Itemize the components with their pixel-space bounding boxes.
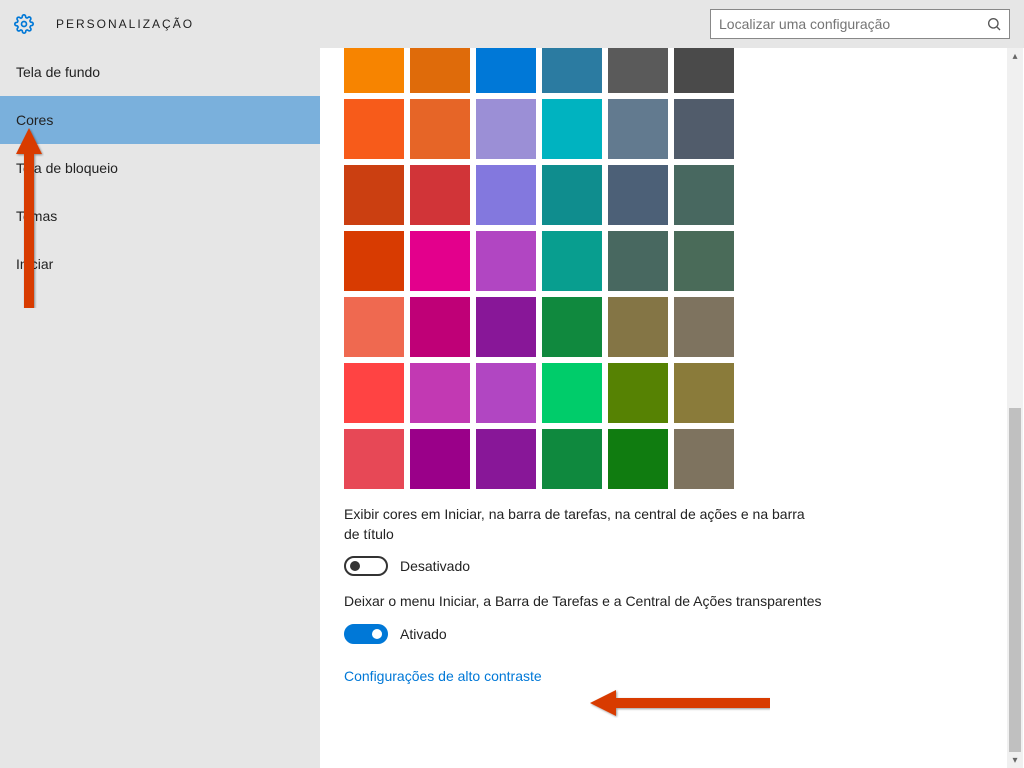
color-swatch[interactable] (476, 363, 536, 423)
search-input[interactable] (710, 9, 1010, 39)
color-swatch[interactable] (410, 363, 470, 423)
color-swatch[interactable] (542, 165, 602, 225)
transparency-label: Deixar o menu Iniciar, a Barra de Tarefa… (344, 592, 824, 612)
color-swatch[interactable] (674, 429, 734, 489)
color-swatch[interactable] (674, 48, 734, 93)
color-swatch[interactable] (608, 99, 668, 159)
sidebar-item-label: Cores (16, 112, 53, 128)
color-swatch[interactable] (608, 297, 668, 357)
sidebar-item-themes[interactable]: Temas (0, 192, 320, 240)
scroll-up-icon[interactable]: ▴ (1007, 48, 1023, 64)
color-swatch[interactable] (344, 48, 404, 93)
color-swatch[interactable] (674, 363, 734, 423)
sidebar-item-lockscreen[interactable]: Tela de bloqueio (0, 144, 320, 192)
color-swatch[interactable] (410, 231, 470, 291)
main-content: Exibir cores em Iniciar, na barra de tar… (320, 48, 1024, 768)
scroll-down-icon[interactable]: ▾ (1007, 752, 1023, 768)
color-swatch[interactable] (674, 231, 734, 291)
gear-icon (14, 14, 34, 34)
color-swatch[interactable] (344, 99, 404, 159)
color-swatch[interactable] (410, 165, 470, 225)
color-swatch[interactable] (344, 231, 404, 291)
color-swatch[interactable] (344, 429, 404, 489)
color-swatch[interactable] (608, 429, 668, 489)
color-swatch[interactable] (542, 99, 602, 159)
color-swatch[interactable] (542, 231, 602, 291)
color-swatch[interactable] (542, 48, 602, 93)
color-swatch[interactable] (476, 99, 536, 159)
color-swatch[interactable] (410, 297, 470, 357)
search-box[interactable] (710, 9, 1010, 39)
color-swatch[interactable] (608, 165, 668, 225)
color-swatch[interactable] (608, 363, 668, 423)
color-swatch[interactable] (608, 48, 668, 93)
color-swatch[interactable] (410, 48, 470, 93)
header: PERSONALIZAÇÃO (0, 0, 1024, 48)
sidebar-item-colors[interactable]: Cores (0, 96, 320, 144)
color-swatch[interactable] (476, 429, 536, 489)
color-swatch[interactable] (476, 165, 536, 225)
color-swatch[interactable] (476, 48, 536, 93)
high-contrast-link[interactable]: Configurações de alto contraste (344, 668, 542, 684)
show-color-label: Exibir cores em Iniciar, na barra de tar… (344, 505, 824, 544)
sidebar-item-start[interactable]: Iniciar (0, 240, 320, 288)
color-swatch[interactable] (542, 363, 602, 423)
sidebar-item-background[interactable]: Tela de fundo (0, 48, 320, 96)
show-color-toggle[interactable] (344, 556, 388, 576)
color-swatch[interactable] (542, 297, 602, 357)
color-swatch[interactable] (674, 165, 734, 225)
color-swatch[interactable] (542, 429, 602, 489)
sidebar: Tela de fundo Cores Tela de bloqueio Tem… (0, 48, 320, 768)
search-icon (986, 16, 1002, 32)
color-swatch[interactable] (344, 297, 404, 357)
color-swatch[interactable] (410, 99, 470, 159)
sidebar-item-label: Iniciar (16, 256, 53, 272)
sidebar-item-label: Tela de fundo (16, 64, 100, 80)
transparency-toggle[interactable] (344, 624, 388, 644)
transparency-state: Ativado (400, 626, 447, 642)
color-swatch[interactable] (476, 231, 536, 291)
color-swatch[interactable] (344, 363, 404, 423)
sidebar-item-label: Temas (16, 208, 57, 224)
color-swatch[interactable] (344, 165, 404, 225)
color-swatch[interactable] (674, 99, 734, 159)
color-grid (344, 48, 1000, 489)
color-swatch[interactable] (608, 231, 668, 291)
scrollbar[interactable]: ▴ ▾ (1007, 48, 1023, 768)
sidebar-item-label: Tela de bloqueio (16, 160, 118, 176)
scroll-thumb[interactable] (1009, 408, 1021, 752)
color-swatch[interactable] (476, 297, 536, 357)
color-swatch[interactable] (674, 297, 734, 357)
page-title: PERSONALIZAÇÃO (56, 17, 194, 31)
show-color-state: Desativado (400, 558, 470, 574)
color-swatch[interactable] (410, 429, 470, 489)
